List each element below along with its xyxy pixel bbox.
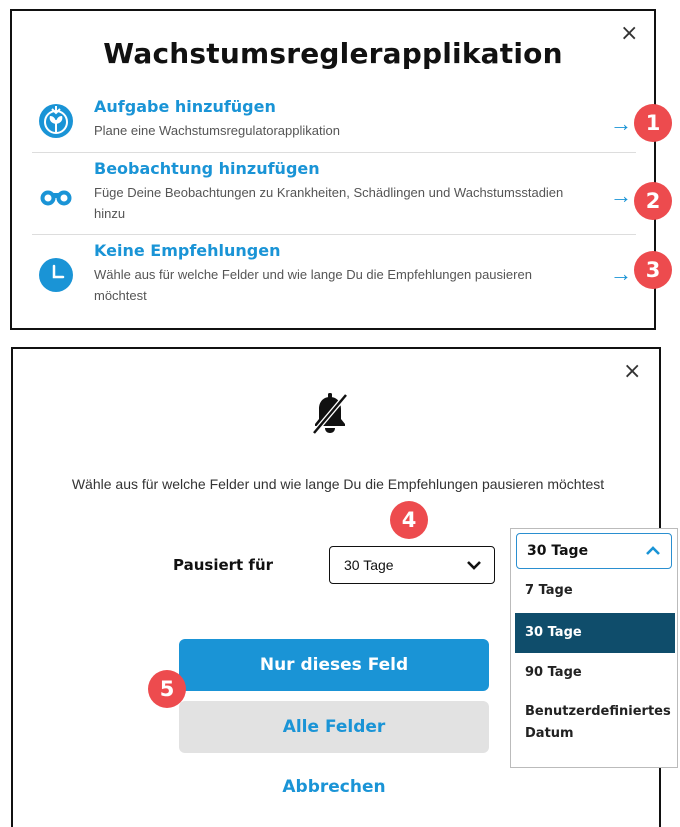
duration-dropdown: 30 Tage 7 Tage 30 Tage 90 Tage Benutzerd… — [510, 528, 678, 768]
dropdown-option-custom-date[interactable]: Benutzerdefiniertes Datum — [515, 701, 671, 755]
paused-for-label: Pausiert für — [173, 556, 274, 574]
pause-description: Wähle aus für welche Felder und wie lang… — [71, 476, 605, 492]
step-badge-2: 2 — [634, 182, 672, 220]
binoculars-icon — [38, 187, 74, 212]
duration-dropdown-select[interactable]: 30 Tage — [516, 533, 672, 569]
duration-select-value: 30 Tage — [344, 557, 394, 573]
no-recommendations-description: Wähle aus für welche Felder und wie lang… — [94, 267, 532, 303]
no-recommendations-option[interactable]: Keine Empfehlungen Wähle aus für welche … — [34, 239, 636, 315]
growth-regulator-dialog: × Wachstumsreglerapplikation Aufgabe hin… — [10, 9, 656, 330]
step-badge-4: 4 — [390, 501, 428, 539]
divider — [32, 152, 636, 153]
all-fields-button[interactable]: Alle Felder — [179, 701, 489, 753]
duration-select[interactable]: 30 Tage — [329, 546, 495, 584]
no-recommendations-title: Keine Empfehlungen — [94, 241, 281, 260]
add-observation-option[interactable]: Beobachtung hinzufügen Füge Deine Beobac… — [34, 157, 636, 235]
dropdown-option-30-tage[interactable]: 30 Tage — [515, 613, 675, 653]
step-badge-5: 5 — [148, 670, 186, 708]
dropdown-option-90-tage[interactable]: 90 Tage — [515, 663, 675, 691]
close-icon[interactable]: × — [623, 361, 641, 383]
arrow-right-icon[interactable]: → — [610, 183, 632, 209]
step-badge-3: 3 — [634, 251, 672, 289]
dropdown-selected-value: 30 Tage — [527, 543, 589, 559]
arrow-right-icon[interactable]: → — [610, 111, 632, 137]
chevron-up-icon — [645, 542, 661, 565]
cancel-link[interactable]: Abbrechen — [179, 777, 489, 797]
dialog-title: Wachstumsreglerapplikation — [103, 37, 563, 70]
arrow-right-icon[interactable]: → — [610, 261, 632, 287]
add-task-description: Plane eine Wachstumsregulatorapplikation — [94, 123, 340, 138]
add-task-option[interactable]: Aufgabe hinzufügen Plane eine Wachstumsr… — [34, 95, 636, 153]
dropdown-option-7-tage[interactable]: 7 Tage — [515, 581, 675, 609]
add-observation-description: Füge Deine Beobachtungen zu Krankheiten,… — [94, 185, 564, 221]
add-task-title: Aufgabe hinzufügen — [94, 97, 276, 116]
only-this-field-button[interactable]: Nur dieses Feld — [179, 639, 489, 691]
chevron-down-icon — [466, 556, 482, 579]
bell-off-icon — [312, 393, 348, 440]
add-observation-title: Beobachtung hinzufügen — [94, 159, 320, 178]
clock-icon — [38, 257, 74, 298]
plant-icon — [38, 103, 74, 144]
divider — [32, 234, 636, 235]
step-badge-1: 1 — [634, 104, 672, 142]
